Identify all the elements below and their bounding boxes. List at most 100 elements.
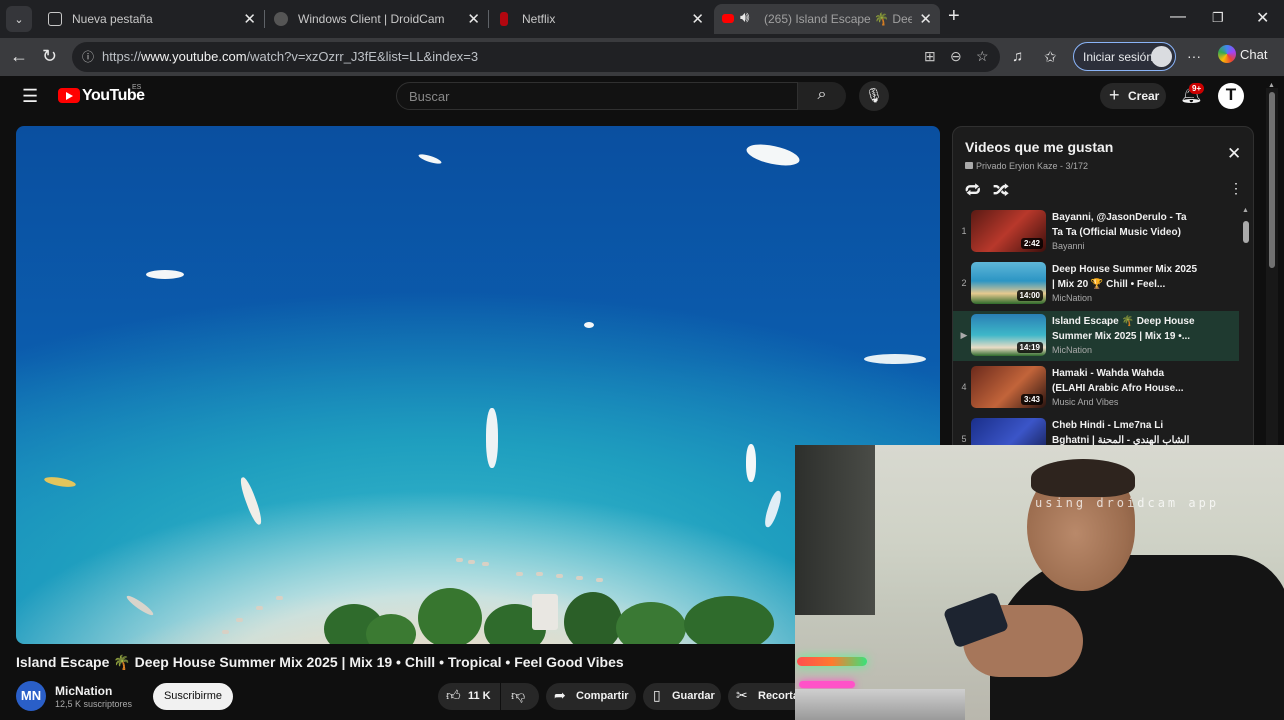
- scroll-up-arrow-icon[interactable]: ▲: [1242, 207, 1249, 214]
- signin-label: Iniciar sesión: [1083, 50, 1154, 64]
- webcam-overlay: using droidcam app: [795, 445, 1284, 720]
- tab-youtube-active[interactable]: 🔊︎ (265) Island Escape 🌴 Deep ✕: [714, 4, 940, 34]
- url-text[interactable]: https://www.youtube.com/watch?v=xzOzrr_J…: [102, 49, 478, 64]
- save-button[interactable]: ▯ Guardar: [643, 683, 721, 710]
- playlist-item-title[interactable]: Bayanni, @JasonDerulo - Ta Ta Ta (Offici…: [1052, 210, 1200, 240]
- chat-label: Chat: [1240, 47, 1268, 62]
- like-button[interactable]: 👍︎ 11 K: [438, 683, 500, 710]
- microphone-icon: 🎙︎: [865, 87, 883, 103]
- tab-label: Windows Client | DroidCam: [298, 12, 445, 26]
- playlist-item[interactable]: 2 14:00 Deep House Summer Mix 2025 | Mix…: [953, 259, 1239, 309]
- close-playlist-icon[interactable]: ✕: [1227, 144, 1241, 164]
- browser-tab-bar: ⌄ Nueva pestaña ✕ Windows Client | Droid…: [0, 0, 1284, 38]
- menu-hamburger-icon[interactable]: ☰: [22, 86, 38, 107]
- more-vert-icon[interactable]: ⋮: [1229, 180, 1243, 197]
- boat: [124, 593, 156, 618]
- tab-label: (265) Island Escape 🌴 Deep: [764, 12, 912, 26]
- playlist-item-current[interactable]: ▶ 14:19 Island Escape 🌴 Deep House Summe…: [953, 311, 1239, 361]
- search-input[interactable]: Buscar: [396, 82, 798, 110]
- copilot-chat-button[interactable]: Chat: [1218, 45, 1268, 63]
- boat: [744, 140, 802, 170]
- tab-netflix[interactable]: Netflix ✕: [488, 4, 712, 34]
- create-button[interactable]: + Crear: [1100, 83, 1166, 109]
- video-thumbnail[interactable]: 3:43: [971, 366, 1046, 408]
- playlist-item-title[interactable]: Cheb Hindi - Lme7na Li Bghatni | الشاب ا…: [1052, 418, 1200, 448]
- boat: [146, 270, 184, 279]
- account-avatar[interactable]: T: [1218, 83, 1244, 109]
- youtube-logo-icon[interactable]: [58, 88, 80, 103]
- youtube-favicon-icon: [722, 14, 734, 23]
- playlist-item[interactable]: 1 2:42 Bayanni, @JasonDerulo - Ta Ta Ta …: [953, 207, 1239, 257]
- new-tab-button[interactable]: +: [948, 5, 960, 28]
- youtube-header: ☰ YouTube ES Buscar ⌕ 🎙︎ + Crear 🔔︎ 9+ T: [0, 76, 1284, 118]
- back-arrow-icon[interactable]: ←: [10, 46, 28, 67]
- browser-toolbar: ← ↻ ⓘ https://www.youtube.com/watch?v=xz…: [0, 38, 1284, 76]
- url-path: /watch?v=xzOzrr_J3fE&list=LL&index=3: [246, 49, 479, 64]
- restore-icon[interactable]: ❐: [1212, 10, 1224, 26]
- share-button[interactable]: ➦ Compartir: [546, 683, 636, 710]
- beach-umbrella: [516, 572, 523, 576]
- scroll-up-arrow-icon[interactable]: ▲: [1268, 82, 1275, 89]
- shuffle-icon[interactable]: 🔀︎: [993, 179, 1009, 202]
- boat: [237, 475, 265, 527]
- close-tab-icon[interactable]: ✕: [467, 10, 480, 28]
- playlist-item-title[interactable]: Deep House Summer Mix 2025 | Mix 20 🏆 Ch…: [1052, 262, 1200, 292]
- reload-icon[interactable]: ↻: [42, 46, 57, 67]
- playlist-item[interactable]: 4 3:43 Hamaki - Wahda Wahda (ELAHI Arabi…: [953, 363, 1239, 413]
- tab-label: Netflix: [522, 12, 556, 26]
- channel-avatar[interactable]: MN: [16, 681, 46, 711]
- tab-new-tab[interactable]: Nueva pestaña ✕: [38, 4, 264, 34]
- playlist-item-title[interactable]: Hamaki - Wahda Wahda (ELAHI Arabic Afro …: [1052, 366, 1200, 396]
- search-button[interactable]: ⌕: [798, 82, 846, 110]
- video-title: Island Escape 🌴 Deep House Summer Mix 20…: [16, 654, 624, 670]
- tab-list-button[interactable]: ⌄: [6, 6, 32, 32]
- close-tab-icon[interactable]: ✕: [691, 10, 704, 28]
- playlist-scrollbar[interactable]: ▲: [1241, 207, 1251, 447]
- boat: [486, 408, 498, 468]
- subscribe-button[interactable]: Suscribirme: [153, 683, 233, 710]
- scrollbar-thumb[interactable]: [1269, 92, 1275, 268]
- app-available-icon[interactable]: ⊞: [924, 48, 936, 65]
- droidcam-watermark: using droidcam app: [1035, 496, 1220, 510]
- person-hair: [1031, 459, 1135, 497]
- site-info-icon[interactable]: ⓘ: [82, 48, 94, 65]
- zoom-icon[interactable]: ⊖: [950, 48, 962, 65]
- dislike-button[interactable]: 👎︎: [501, 683, 539, 710]
- tree: [564, 592, 622, 644]
- url-scheme: https://: [102, 49, 142, 64]
- scrollbar-thumb[interactable]: [1243, 221, 1249, 243]
- playlist-title[interactable]: Videos que me gustan: [965, 139, 1113, 155]
- tab-droidcam[interactable]: Windows Client | DroidCam ✕: [264, 4, 488, 34]
- playlist-item-index: 1: [961, 226, 967, 236]
- loop-icon[interactable]: 🔁︎: [965, 179, 981, 202]
- speaker-icon[interactable]: 🔊︎: [740, 9, 749, 26]
- chevron-down-icon: ⌄: [14, 13, 24, 26]
- address-bar[interactable]: ⓘ https://www.youtube.com/watch?v=xzOzrr…: [72, 42, 1000, 72]
- close-window-icon[interactable]: ✕: [1256, 8, 1269, 28]
- minimize-icon[interactable]: —: [1170, 8, 1186, 26]
- more-options-icon[interactable]: ···: [1187, 48, 1201, 64]
- close-tab-icon[interactable]: ✕: [243, 10, 256, 28]
- signin-button[interactable]: Iniciar sesión: [1073, 42, 1176, 71]
- channel-name[interactable]: MicNation: [55, 684, 112, 698]
- playlist-panel: Videos que me gustan Privado Eryion Kaze…: [952, 126, 1254, 456]
- voice-search-button[interactable]: 🎙︎: [859, 81, 889, 111]
- beach-umbrella: [236, 618, 243, 622]
- video-thumbnail[interactable]: 14:19: [971, 314, 1046, 356]
- favorite-star-icon[interactable]: ☆: [976, 48, 989, 65]
- video-thumbnail[interactable]: 14:00: [971, 262, 1046, 304]
- bookmark-icon: ▯: [653, 687, 661, 703]
- playlist-item-channel: MicNation: [1052, 293, 1093, 303]
- video-duration: 2:42: [1020, 238, 1043, 249]
- rgb-light: [799, 681, 855, 688]
- video-thumbnail[interactable]: 2:42: [971, 210, 1046, 252]
- favorites-icon[interactable]: ✩: [1044, 48, 1057, 66]
- playlist-item-index: 5: [961, 434, 967, 444]
- subscriber-count: 12,5 K suscriptores: [55, 699, 133, 709]
- beach-umbrella: [256, 606, 263, 610]
- close-tab-icon[interactable]: ✕: [919, 10, 932, 28]
- extensions-icon[interactable]: ♫: [1012, 48, 1023, 65]
- boat: [746, 444, 756, 482]
- now-playing-icon: ▶: [960, 330, 968, 340]
- playlist-item-title[interactable]: Island Escape 🌴 Deep House Summer Mix 20…: [1052, 314, 1200, 344]
